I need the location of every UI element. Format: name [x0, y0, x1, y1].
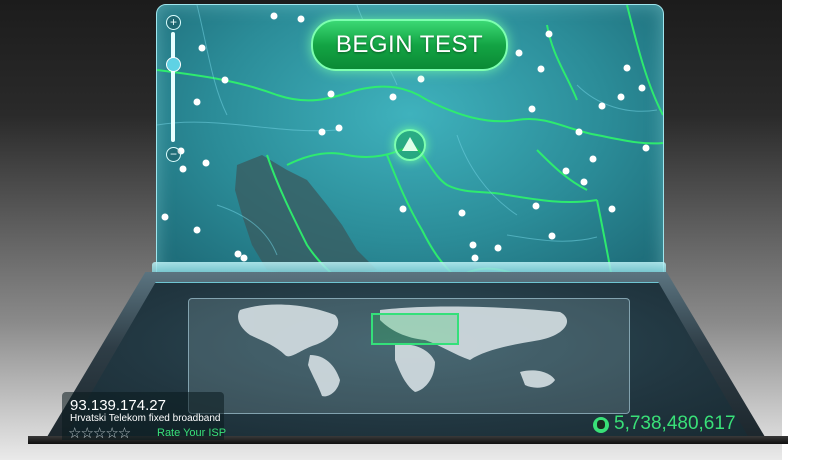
server-dot	[575, 128, 583, 136]
server-dot	[270, 12, 278, 20]
server-dot	[471, 254, 479, 262]
server-dot	[608, 205, 616, 213]
border-line	[386, 154, 458, 278]
border-line	[426, 99, 663, 145]
server-dot	[638, 84, 646, 92]
server-dot	[297, 15, 305, 23]
tests-counter: 5,738,480,617	[614, 413, 736, 434]
rate-isp-link[interactable]: Rate Your ISP	[157, 427, 226, 439]
adriatic-coast	[235, 155, 377, 278]
zoom-out-button[interactable]: −	[166, 147, 181, 162]
border-line	[411, 144, 598, 204]
isp-provider-name: Hrvatski Telekom fixed broadband	[70, 413, 221, 424]
server-dot	[515, 49, 523, 57]
server-dot	[327, 90, 335, 98]
zoom-slider-handle[interactable]	[166, 57, 181, 72]
globe-icon	[593, 417, 609, 433]
server-dot	[537, 65, 545, 73]
server-dot	[589, 155, 597, 163]
border-line	[157, 69, 428, 102]
server-dot	[623, 64, 631, 72]
server-dot	[198, 44, 206, 52]
world-map-icon[interactable]	[230, 300, 590, 400]
server-dot	[458, 209, 466, 217]
server-dot	[548, 232, 556, 240]
server-dot	[642, 144, 650, 152]
server-dot	[528, 105, 536, 113]
server-dot	[202, 159, 210, 167]
server-dot	[193, 98, 201, 106]
server-triangle-icon	[402, 137, 418, 151]
server-dot	[532, 202, 540, 210]
border-line	[286, 144, 413, 166]
server-dot	[161, 213, 169, 221]
server-dot	[469, 241, 477, 249]
server-dot	[545, 30, 553, 38]
server-dot	[399, 205, 407, 213]
begin-test-button[interactable]: BEGIN TEST	[311, 19, 508, 71]
server-dot	[193, 226, 201, 234]
server-dot	[335, 124, 343, 132]
border-line	[626, 5, 663, 116]
isp-rating-stars[interactable]: ☆☆☆☆☆	[68, 424, 131, 442]
server-dot	[417, 75, 425, 83]
server-dot	[617, 93, 625, 101]
ip-address: 93.139.174.27	[70, 397, 166, 414]
server-dot	[234, 250, 242, 258]
server-dot	[240, 254, 248, 262]
server-dot	[221, 76, 229, 84]
server-dot	[179, 165, 187, 173]
server-dot	[494, 244, 502, 252]
page-edge	[782, 0, 819, 460]
server-dot	[562, 167, 570, 175]
server-dot	[580, 178, 588, 186]
selected-server-marker[interactable]	[394, 129, 426, 161]
zoom-in-button[interactable]: +	[166, 15, 181, 30]
server-dot	[598, 102, 606, 110]
border-line	[536, 149, 588, 191]
server-dot	[318, 128, 326, 136]
server-dot	[389, 93, 397, 101]
zoom-slider-track[interactable]	[171, 32, 175, 142]
